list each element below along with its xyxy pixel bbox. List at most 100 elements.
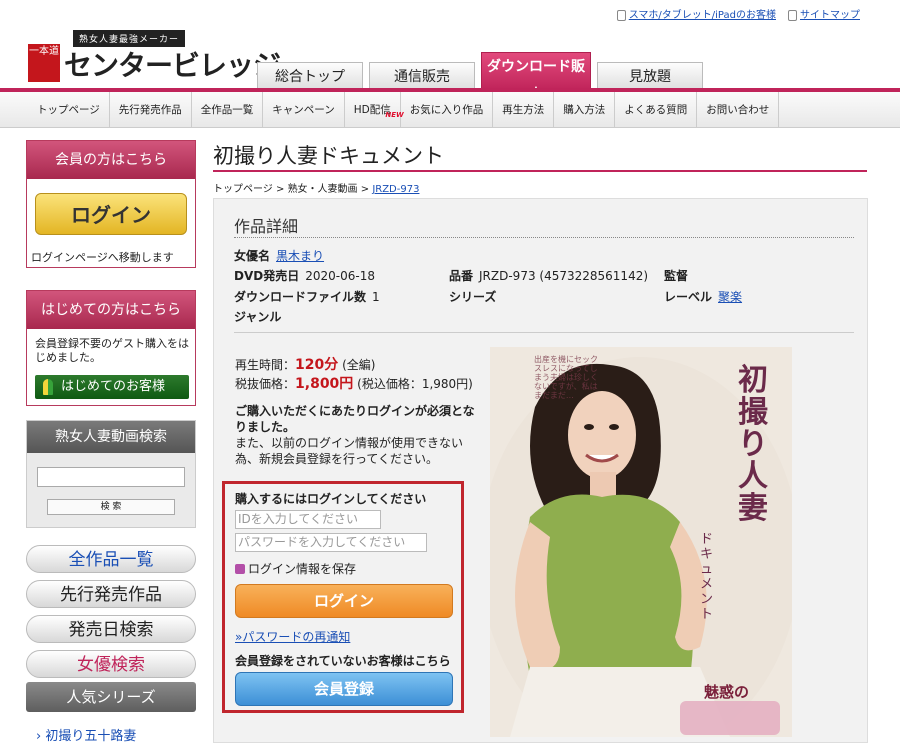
top-links: スマホ/タブレット/iPadのお客様 サイトマップ [616, 6, 860, 21]
director-label: 監督 [664, 269, 689, 283]
register-note: 会員登録をされていないお客様はこちら [235, 654, 451, 668]
first-note: 会員登録不要のゲスト購入をはじめました。 [35, 337, 189, 364]
duration-value: 120分 [295, 357, 339, 373]
cover-logo-flourish [680, 701, 780, 735]
nav-faq[interactable]: よくある質問 [615, 92, 698, 127]
price-value: 1,800円 [295, 376, 354, 392]
popular-heading: 人気シリーズ [26, 682, 196, 712]
tab-mail-order[interactable]: 通信販売 [369, 62, 475, 90]
sidebar-login-button[interactable]: ログイン [35, 193, 187, 235]
price-note: (税込価格：1,980円) [357, 377, 473, 391]
release-row: DVD発売日 2020-06-18 [234, 267, 375, 284]
cover-catchcopy: 出産を機にセックスレスになってしまう夫婦は珍しくないですが、私はまだまだ… [534, 355, 598, 400]
director-row: 監督 [664, 267, 694, 284]
member-box: 会員の方はこちら ログイン ログインページへ移動します [26, 140, 196, 268]
cover-tagline: 魅惑の [704, 683, 750, 701]
first-heading: はじめての方はこちら [27, 291, 195, 329]
menu-all-works[interactable]: 全作品一覧 [26, 545, 196, 573]
title-underline [213, 170, 867, 172]
price-label: 税抜価格： [235, 377, 296, 391]
nav-all[interactable]: 全作品一覧 [192, 92, 264, 127]
login-button[interactable]: ログイン [235, 584, 453, 618]
remember-login[interactable]: ログイン情報を保存 [235, 560, 356, 577]
nav-campaign[interactable]: キャンペーン [263, 92, 345, 127]
crumb-top[interactable]: トップページ [213, 184, 273, 195]
first-time-button[interactable]: はじめてのお客様 [35, 375, 189, 399]
duration-row: 再生時間：120分 (全編) [235, 356, 485, 375]
crumb-category[interactable]: 熟女・人妻動画 [288, 184, 358, 195]
nav-hd[interactable]: HD配信 NEW [345, 92, 404, 127]
page-title: 初撮り人妻ドキュメント [213, 144, 444, 168]
duration-label: 再生時間： [235, 358, 296, 372]
series-row: シリーズ [449, 288, 502, 305]
price-row: 税抜価格：1,800円 (税込価格：1,980円) [235, 375, 485, 394]
label-row: レーベル 聚楽 [664, 288, 742, 305]
sitemap-icon [788, 9, 797, 21]
label-link[interactable]: 聚楽 [718, 290, 742, 304]
login-notice: ご購入いただくにあたりログインが必須となりました。 また、以前のログイン情報が使… [235, 403, 480, 467]
files-row: ダウンロードファイル数 1 [234, 288, 380, 305]
product-label: 品番 [449, 269, 474, 283]
login-note: ログインページへ移動します [31, 251, 174, 264]
notice-bold: ご購入いただくにあたりログインが必須となりました。 [235, 404, 475, 434]
site-logo[interactable]: センタービレッジ [64, 44, 281, 84]
notice-text: また、以前のログイン情報が使用できない為、新規会員登録を行ってください。 [235, 436, 464, 466]
divider [234, 237, 854, 238]
password-input[interactable]: パスワードを入力してください [235, 533, 427, 552]
menu-advance[interactable]: 先行発売作品 [26, 580, 196, 608]
actress-label: 女優名 [234, 249, 271, 263]
register-button[interactable]: 会員登録 [235, 672, 453, 706]
product-row: 品番 JRZD-973 (4573228561142) [449, 267, 648, 284]
genre-row: ジャンル [234, 308, 287, 325]
search-input[interactable] [37, 467, 185, 487]
tab-top[interactable]: 総合トップ [257, 62, 363, 90]
login-panel-heading: 購入するにはログインしてください [235, 492, 427, 506]
price-block: 再生時間：120分 (全編) 税抜価格：1,800円 (税込価格：1,980円) [235, 356, 485, 394]
search-button[interactable]: 検 索 [47, 499, 175, 515]
menu-actress-search[interactable]: 女優検索 [26, 650, 196, 678]
id-input[interactable]: IDを入力してください [235, 510, 381, 529]
password-remind-link[interactable]: »パスワードの再通知 [235, 628, 350, 645]
first-button-label: はじめてのお客様 [61, 379, 166, 394]
duration-note: (全編) [342, 358, 376, 372]
purchase-login-panel: 購入するにはログインしてください IDを入力してください パスワードを入力してく… [222, 481, 464, 713]
nav-contact[interactable]: お問い合わせ [697, 92, 780, 127]
popular-item[interactable]: › 初撮り五十路妻 [36, 725, 136, 744]
beginner-mark-icon [43, 379, 53, 395]
smartphone-icon [616, 9, 626, 21]
cover-image[interactable]: 初撮り人妻 ドキュメント 出産を機にセックスレスになってしまう夫婦は珍しくないで… [490, 347, 792, 737]
series-label: シリーズ [449, 290, 497, 304]
release-value: 2020-06-18 [305, 269, 375, 283]
crumb-current[interactable]: JRZD-973 [372, 184, 419, 195]
cover-subtitle: ドキュメント [700, 532, 714, 622]
detail-heading: 作品詳細 [234, 217, 299, 236]
tab-download[interactable]: ダウンロード販売 [481, 52, 591, 103]
files-label: ダウンロードファイル数 [234, 290, 367, 304]
divider [234, 332, 854, 333]
cover-title: 初撮り人妻 [738, 363, 768, 526]
remember-label: ログイン情報を保存 [248, 562, 357, 576]
nav-top[interactable]: トップページ [28, 92, 110, 127]
first-time-box: はじめての方はこちら 会員登録不要のゲスト購入をはじめました。 はじめてのお客様 [26, 290, 196, 406]
breadcrumb: トップページ > 熟女・人妻動画 > JRZD-973 [213, 184, 420, 195]
release-label: DVD発売日 [234, 269, 300, 283]
tab-unlimited[interactable]: 見放題 [597, 62, 703, 90]
smartphone-link[interactable]: スマホ/タブレット/iPadのお客様 [616, 6, 776, 21]
search-box: 熟女人妻動画検索 検 索 [26, 420, 196, 528]
nav-favorites[interactable]: お気に入り作品 [401, 92, 494, 127]
nav-advance[interactable]: 先行発売作品 [110, 92, 192, 127]
main-nav: トップページ 先行発売作品 全作品一覧 キャンペーン HD配信 NEW お気に入り… [0, 92, 900, 128]
logo-mark: 一本道 [28, 44, 60, 82]
menu-release-search[interactable]: 発売日検索 [26, 615, 196, 643]
files-value: 1 [372, 290, 380, 304]
actress-link[interactable]: 黒木まり [276, 249, 324, 263]
genre-label: ジャンル [234, 310, 282, 324]
nav-playback[interactable]: 再生方法 [493, 92, 555, 127]
search-heading: 熟女人妻動画検索 [27, 421, 195, 453]
sitemap-link[interactable]: サイトマップ [788, 6, 860, 21]
member-heading: 会員の方はこちら [27, 141, 195, 179]
checkbox-checked-icon[interactable] [235, 564, 245, 574]
product-value: JRZD-973 (4573228561142) [479, 269, 649, 283]
actress-row: 女優名 黒木まり [234, 247, 324, 264]
nav-purchase[interactable]: 購入方法 [554, 92, 616, 127]
